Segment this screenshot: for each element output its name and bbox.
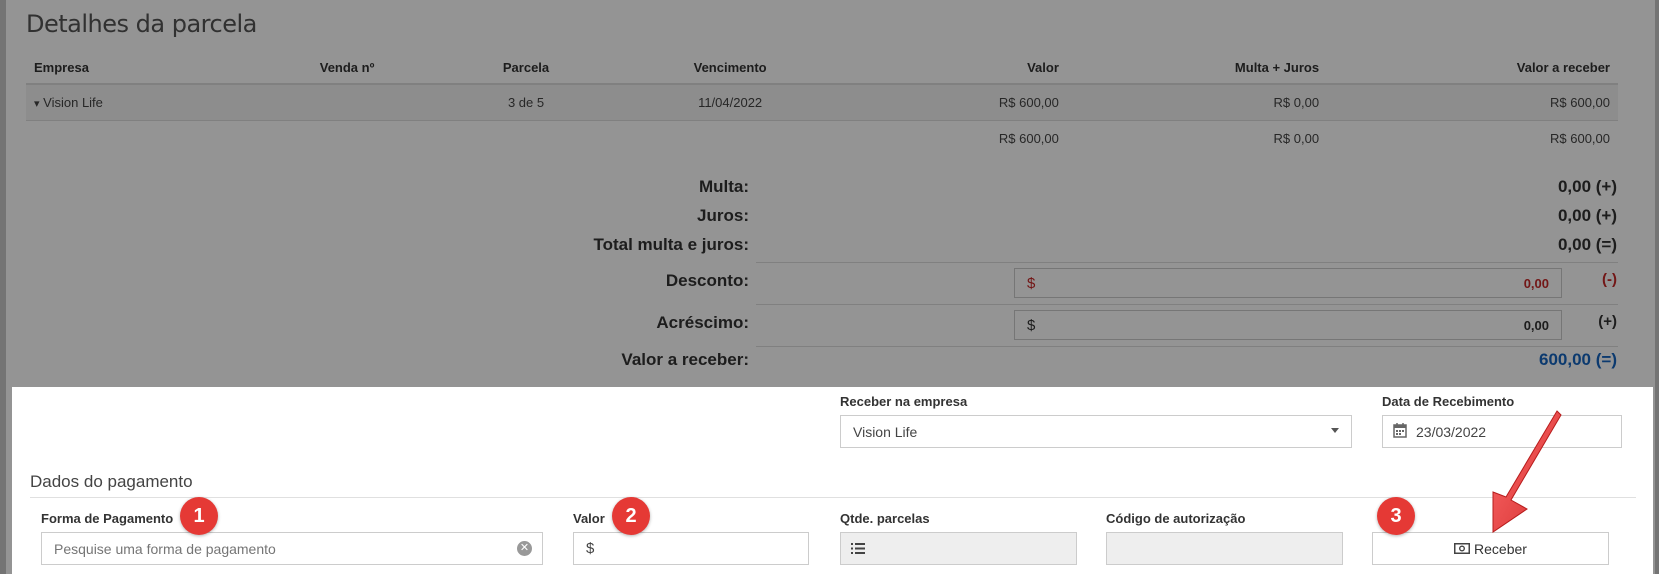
receber-button-label: Receber	[1474, 540, 1527, 557]
step-badge-3: 3	[1377, 497, 1415, 535]
data-recebimento-input[interactable]: 23/03/2022	[1382, 415, 1622, 448]
empresa-select[interactable]: Vision Life	[840, 415, 1352, 448]
receber-button[interactable]: Receber	[1372, 532, 1609, 565]
forma-pagamento-input[interactable]: ✕	[41, 532, 543, 565]
qtde-parcelas-label: Qtde. parcelas	[840, 511, 930, 526]
forma-pagamento-search[interactable]	[42, 533, 502, 564]
data-recebimento-value: 23/03/2022	[1416, 424, 1487, 440]
modal-backdrop	[0, 0, 1659, 387]
modal-backdrop	[1653, 387, 1659, 574]
clear-icon[interactable]: ✕	[517, 541, 532, 556]
codigo-autorizacao-label: Código de autorização	[1106, 511, 1246, 526]
list-ordered-icon	[851, 542, 865, 558]
valor-currency: $	[586, 540, 595, 557]
caret-down-icon	[1331, 428, 1339, 433]
money-icon	[1454, 534, 1471, 565]
codigo-autorizacao-input[interactable]	[1106, 532, 1343, 565]
payment-modal: Receber na empresa Vision Life Data de R…	[12, 387, 1653, 574]
empresa-select-value: Vision Life	[853, 424, 918, 440]
valor-label: Valor	[573, 511, 605, 526]
step-badge-2: 2	[612, 497, 650, 535]
valor-input[interactable]: $	[573, 532, 809, 565]
calendar-icon	[1393, 423, 1407, 441]
qtde-parcelas-input[interactable]	[840, 532, 1077, 565]
modal-backdrop	[0, 387, 12, 574]
step-badge-1: 1	[180, 497, 218, 535]
empresa-label: Receber na empresa	[840, 394, 968, 409]
forma-pagamento-label: Forma de Pagamento	[41, 511, 174, 526]
data-recebimento-label: Data de Recebimento	[1382, 394, 1515, 409]
section-title: Dados do pagamento	[30, 472, 193, 491]
